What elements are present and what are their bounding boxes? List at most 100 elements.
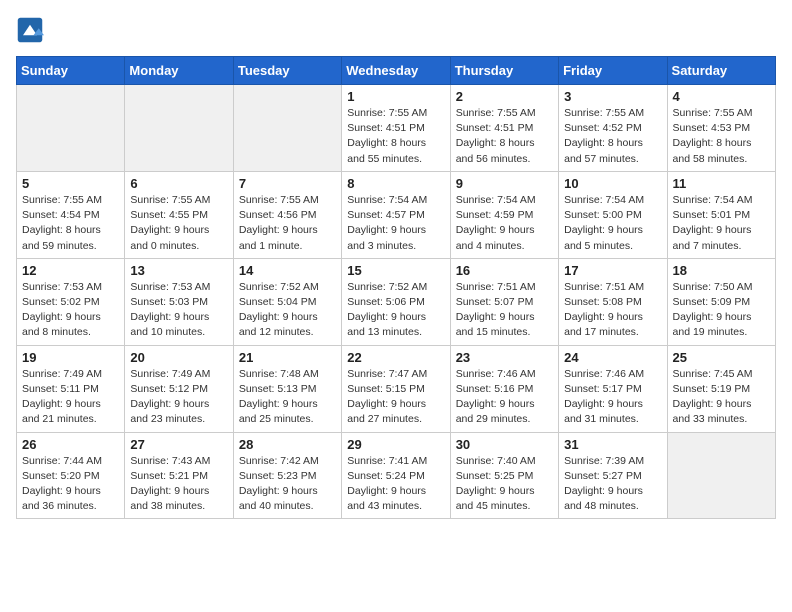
calendar-cell — [17, 85, 125, 172]
day-number: 20 — [130, 350, 227, 365]
day-info: Sunrise: 7:46 AM Sunset: 5:17 PM Dayligh… — [564, 367, 661, 428]
calendar-cell: 2 Sunrise: 7:55 AM Sunset: 4:51 PM Daylig… — [450, 85, 558, 172]
day-info: Sunrise: 7:42 AM Sunset: 5:23 PM Dayligh… — [239, 454, 336, 515]
day-number: 27 — [130, 437, 227, 452]
day-info: Sunrise: 7:54 AM Sunset: 5:01 PM Dayligh… — [673, 193, 770, 254]
logo — [16, 16, 48, 44]
day-number: 18 — [673, 263, 770, 278]
day-number: 3 — [564, 89, 661, 104]
calendar-cell: 15Sunrise: 7:52 AM Sunset: 5:06 PM Dayli… — [342, 258, 450, 345]
day-number: 13 — [130, 263, 227, 278]
calendar-cell: 5Sunrise: 7:55 AM Sunset: 4:54 PM Daylig… — [17, 171, 125, 258]
day-info: Sunrise: 7:54 AM Sunset: 4:59 PM Dayligh… — [456, 193, 553, 254]
col-header-monday: Monday — [125, 57, 233, 85]
day-number: 25 — [673, 350, 770, 365]
day-number: 23 — [456, 350, 553, 365]
calendar-cell: 3 Sunrise: 7:55 AM Sunset: 4:52 PM Daylig… — [559, 85, 667, 172]
day-info: Sunrise: 7:54 AM Sunset: 4:57 PM Dayligh… — [347, 193, 444, 254]
day-info: Sunrise: 7:52 AM Sunset: 5:06 PM Dayligh… — [347, 280, 444, 341]
calendar-cell: 28 Sunrise: 7:42 AM Sunset: 5:23 PM Dayli… — [233, 432, 341, 519]
calendar-cell: 27 Sunrise: 7:43 AM Sunset: 5:21 PM Dayli… — [125, 432, 233, 519]
day-info: Sunrise: 7:45 AM Sunset: 5:19 PM Dayligh… — [673, 367, 770, 428]
day-number: 11 — [673, 176, 770, 191]
calendar-cell: 16 Sunrise: 7:51 AM Sunset: 5:07 PM Dayli… — [450, 258, 558, 345]
day-number: 26 — [22, 437, 119, 452]
calendar-cell: 12 Sunrise: 7:53 AM Sunset: 5:02 PM Dayli… — [17, 258, 125, 345]
day-info: Sunrise: 7:50 AM Sunset: 5:09 PM Dayligh… — [673, 280, 770, 341]
day-number: 17 — [564, 263, 661, 278]
day-info: Sunrise: 7:52 AM Sunset: 5:04 PM Dayligh… — [239, 280, 336, 341]
calendar-table: SundayMondayTuesdayWednesdayThursdayFrid… — [16, 56, 776, 519]
calendar-cell: 4Sunrise: 7:55 AM Sunset: 4:53 PM Daylig… — [667, 85, 775, 172]
day-number: 14 — [239, 263, 336, 278]
day-info: Sunrise: 7:44 AM Sunset: 5:20 PM Dayligh… — [22, 454, 119, 515]
calendar-header-row: SundayMondayTuesdayWednesdayThursdayFrid… — [17, 57, 776, 85]
week-row-5: 26 Sunrise: 7:44 AM Sunset: 5:20 PM Dayli… — [17, 432, 776, 519]
calendar-cell: 17 Sunrise: 7:51 AM Sunset: 5:08 PM Dayli… — [559, 258, 667, 345]
week-row-4: 19Sunrise: 7:49 AM Sunset: 5:11 PM Dayli… — [17, 345, 776, 432]
day-number: 30 — [456, 437, 553, 452]
day-info: Sunrise: 7:53 AM Sunset: 5:03 PM Dayligh… — [130, 280, 227, 341]
day-info: Sunrise: 7:47 AM Sunset: 5:15 PM Dayligh… — [347, 367, 444, 428]
calendar-cell: 13 Sunrise: 7:53 AM Sunset: 5:03 PM Dayli… — [125, 258, 233, 345]
day-info: Sunrise: 7:53 AM Sunset: 5:02 PM Dayligh… — [22, 280, 119, 341]
calendar-cell: 1 Sunrise: 7:55 AM Sunset: 4:51 PM Daylig… — [342, 85, 450, 172]
calendar-cell — [233, 85, 341, 172]
day-info: Sunrise: 7:55 AM Sunset: 4:52 PM Dayligh… — [564, 106, 661, 167]
calendar-cell: 9 Sunrise: 7:54 AM Sunset: 4:59 PM Daylig… — [450, 171, 558, 258]
calendar-cell: 20 Sunrise: 7:49 AM Sunset: 5:12 PM Dayli… — [125, 345, 233, 432]
calendar-cell: 23 Sunrise: 7:46 AM Sunset: 5:16 PM Dayli… — [450, 345, 558, 432]
day-info: Sunrise: 7:55 AM Sunset: 4:51 PM Dayligh… — [347, 106, 444, 167]
day-info: Sunrise: 7:54 AM Sunset: 5:00 PM Dayligh… — [564, 193, 661, 254]
week-row-1: 1 Sunrise: 7:55 AM Sunset: 4:51 PM Daylig… — [17, 85, 776, 172]
calendar-cell: 24Sunrise: 7:46 AM Sunset: 5:17 PM Dayli… — [559, 345, 667, 432]
day-number: 21 — [239, 350, 336, 365]
day-info: Sunrise: 7:46 AM Sunset: 5:16 PM Dayligh… — [456, 367, 553, 428]
calendar-cell: 7Sunrise: 7:55 AM Sunset: 4:56 PM Daylig… — [233, 171, 341, 258]
calendar-cell: 6Sunrise: 7:55 AM Sunset: 4:55 PM Daylig… — [125, 171, 233, 258]
calendar-cell: 19Sunrise: 7:49 AM Sunset: 5:11 PM Dayli… — [17, 345, 125, 432]
day-info: Sunrise: 7:51 AM Sunset: 5:07 PM Dayligh… — [456, 280, 553, 341]
col-header-thursday: Thursday — [450, 57, 558, 85]
calendar-cell: 29 Sunrise: 7:41 AM Sunset: 5:24 PM Dayli… — [342, 432, 450, 519]
calendar-cell: 22 Sunrise: 7:47 AM Sunset: 5:15 PM Dayli… — [342, 345, 450, 432]
col-header-saturday: Saturday — [667, 57, 775, 85]
day-info: Sunrise: 7:55 AM Sunset: 4:51 PM Dayligh… — [456, 106, 553, 167]
day-info: Sunrise: 7:48 AM Sunset: 5:13 PM Dayligh… — [239, 367, 336, 428]
day-number: 28 — [239, 437, 336, 452]
day-number: 22 — [347, 350, 444, 365]
calendar-cell — [667, 432, 775, 519]
col-header-tuesday: Tuesday — [233, 57, 341, 85]
col-header-friday: Friday — [559, 57, 667, 85]
day-number: 6 — [130, 176, 227, 191]
day-number: 2 — [456, 89, 553, 104]
day-number: 10 — [564, 176, 661, 191]
calendar-cell: 21 Sunrise: 7:48 AM Sunset: 5:13 PM Dayli… — [233, 345, 341, 432]
day-info: Sunrise: 7:51 AM Sunset: 5:08 PM Dayligh… — [564, 280, 661, 341]
day-info: Sunrise: 7:39 AM Sunset: 5:27 PM Dayligh… — [564, 454, 661, 515]
day-number: 9 — [456, 176, 553, 191]
page-header — [16, 16, 776, 44]
calendar-cell: 25 Sunrise: 7:45 AM Sunset: 5:19 PM Dayli… — [667, 345, 775, 432]
day-info: Sunrise: 7:43 AM Sunset: 5:21 PM Dayligh… — [130, 454, 227, 515]
day-number: 31 — [564, 437, 661, 452]
day-info: Sunrise: 7:49 AM Sunset: 5:11 PM Dayligh… — [22, 367, 119, 428]
calendar-cell: 14 Sunrise: 7:52 AM Sunset: 5:04 PM Dayli… — [233, 258, 341, 345]
day-info: Sunrise: 7:41 AM Sunset: 5:24 PM Dayligh… — [347, 454, 444, 515]
calendar-cell: 30 Sunrise: 7:40 AM Sunset: 5:25 PM Dayli… — [450, 432, 558, 519]
week-row-2: 5Sunrise: 7:55 AM Sunset: 4:54 PM Daylig… — [17, 171, 776, 258]
day-number: 1 — [347, 89, 444, 104]
day-number: 16 — [456, 263, 553, 278]
col-header-sunday: Sunday — [17, 57, 125, 85]
day-number: 12 — [22, 263, 119, 278]
day-number: 5 — [22, 176, 119, 191]
day-number: 8 — [347, 176, 444, 191]
calendar-cell: 8 Sunrise: 7:54 AM Sunset: 4:57 PM Daylig… — [342, 171, 450, 258]
calendar-cell: 31 Sunrise: 7:39 AM Sunset: 5:27 PM Dayli… — [559, 432, 667, 519]
calendar-cell — [125, 85, 233, 172]
day-info: Sunrise: 7:40 AM Sunset: 5:25 PM Dayligh… — [456, 454, 553, 515]
calendar-cell: 10 Sunrise: 7:54 AM Sunset: 5:00 PM Dayli… — [559, 171, 667, 258]
calendar-cell: 18 Sunrise: 7:50 AM Sunset: 5:09 PM Dayli… — [667, 258, 775, 345]
day-number: 29 — [347, 437, 444, 452]
day-info: Sunrise: 7:49 AM Sunset: 5:12 PM Dayligh… — [130, 367, 227, 428]
